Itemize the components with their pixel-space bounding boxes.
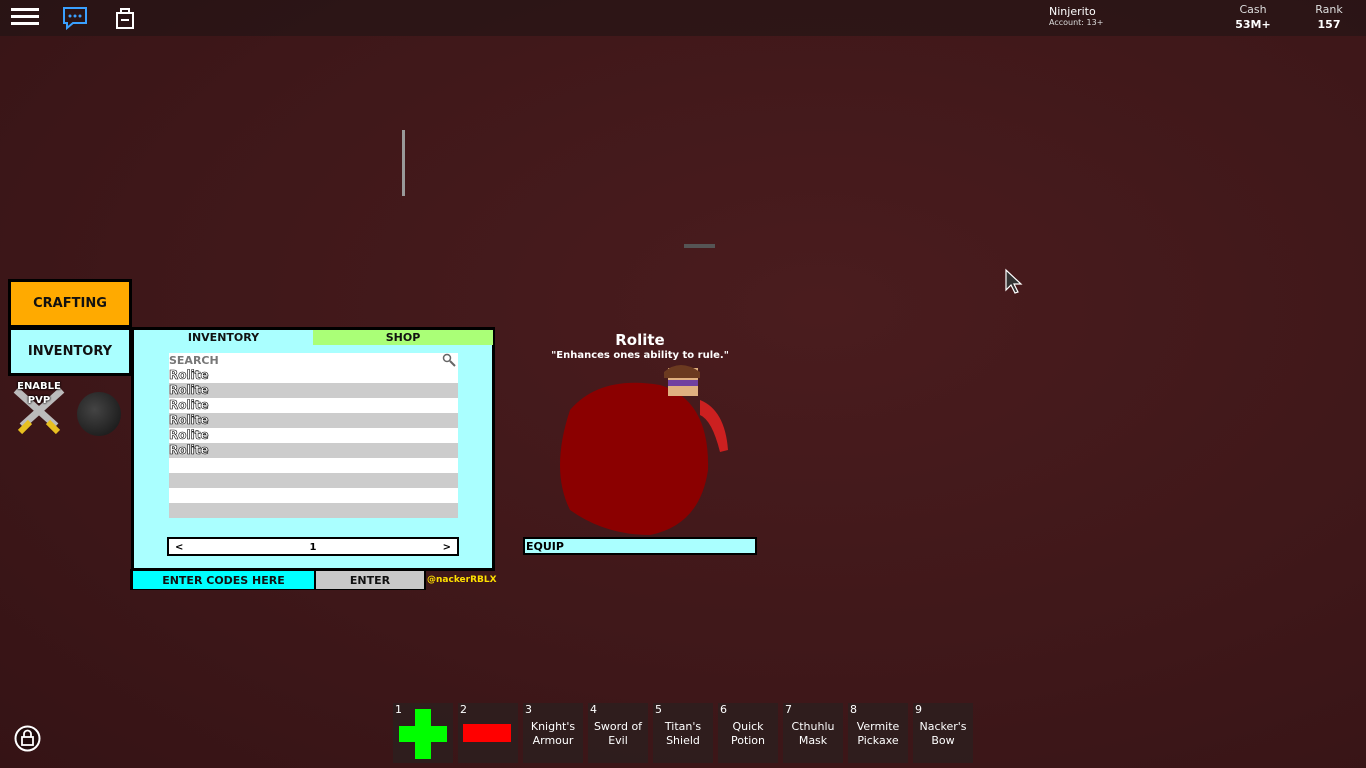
search-input[interactable]: SEARCH	[169, 353, 458, 368]
bomb-icon[interactable]	[77, 392, 121, 436]
hotbar-slot-9[interactable]: 9 Nacker's Bow	[913, 703, 973, 763]
tab-inventory[interactable]: INVENTORY	[134, 330, 313, 345]
hotbar-slot-3[interactable]: 3 Knight's Armour	[523, 703, 583, 763]
green-plus-icon	[399, 709, 447, 759]
creator-credit: @nackerRBLX	[427, 575, 497, 585]
page-number: 1	[309, 542, 317, 553]
search-icon[interactable]	[442, 353, 456, 367]
lock-icon[interactable]	[14, 725, 41, 752]
prev-page-button[interactable]: <	[175, 542, 183, 553]
slot-label: Knight's Armour	[530, 720, 576, 747]
pvp-label: ENABLE PVP	[17, 381, 61, 406]
list-item[interactable]	[169, 458, 458, 473]
list-item[interactable]	[169, 518, 458, 533]
top-bar: Ninjerito Account: 13+ Cash 53M+ Rank 15…	[0, 0, 1366, 36]
crafting-button[interactable]: CRAFTING	[8, 279, 132, 328]
username: Ninjerito	[1049, 5, 1096, 18]
slot-label: Nacker's Bow	[919, 720, 967, 747]
character-preview	[560, 365, 728, 535]
cash-value: 53M+	[1235, 18, 1271, 31]
list-item[interactable]: Rolite	[169, 398, 458, 413]
list-item[interactable]: Rolite	[169, 383, 458, 398]
search-placeholder: SEARCH	[169, 354, 219, 367]
backpack-icon[interactable]	[114, 5, 136, 30]
slot-number: 4	[590, 703, 597, 716]
cash-label: Cash	[1239, 3, 1267, 16]
account-age: Account: 13+	[1049, 18, 1104, 27]
enable-pvp-button[interactable]: ENABLE PVP	[10, 380, 68, 436]
hotbar-slot-6[interactable]: 6 Quick Potion	[718, 703, 778, 763]
slot-label: Titan's Shield	[664, 720, 702, 747]
slot-label: Sword of Evil	[593, 720, 643, 747]
hotbar-slot-8[interactable]: 8 Vermite Pickaxe	[848, 703, 908, 763]
equip-button[interactable]: EQUIP	[523, 537, 757, 555]
code-input[interactable]: ENTER CODES HERE	[133, 571, 314, 589]
list-item[interactable]	[169, 503, 458, 518]
next-page-button[interactable]: >	[443, 542, 451, 553]
slot-number: 9	[915, 703, 922, 716]
hamburger-icon[interactable]	[11, 4, 39, 29]
rank-value: 157	[1317, 18, 1341, 31]
inventory-panel: INVENTORY SHOP SEARCH Rolite Rolite Rolite…	[131, 327, 495, 571]
hotbar-slot-7[interactable]: 7 Cthuhlu Mask	[783, 703, 843, 763]
slot-number: 8	[850, 703, 857, 716]
list-item[interactable]	[169, 488, 458, 503]
slot-number: 6	[720, 703, 727, 716]
slot-label: Vermite Pickaxe	[856, 720, 900, 747]
slot-label: Quick Potion	[730, 720, 766, 747]
slot-number: 5	[655, 703, 662, 716]
slot-label: Cthuhlu Mask	[791, 720, 835, 747]
hotbar-slot-2[interactable]: 2	[458, 703, 518, 763]
distant-object	[684, 244, 715, 248]
tab-shop[interactable]: SHOP	[313, 330, 493, 345]
list-item[interactable]: Rolite	[169, 368, 458, 383]
enter-code-button[interactable]: ENTER	[316, 571, 424, 589]
hotbar-slot-1[interactable]: 1	[393, 703, 453, 763]
mouse-cursor-icon	[1005, 268, 1023, 294]
list-item[interactable]	[169, 473, 458, 488]
item-name: Rolite	[615, 331, 665, 349]
list-item[interactable]: Rolite	[169, 413, 458, 428]
slot-number: 2	[460, 703, 467, 716]
slot-number: 7	[785, 703, 792, 716]
red-bar-icon	[463, 724, 511, 742]
distant-pole	[402, 130, 405, 196]
list-item[interactable]: Rolite	[169, 428, 458, 443]
item-list: SEARCH Rolite Rolite Rolite Rolite Rolite Rol…	[169, 353, 458, 518]
hotbar-slot-5[interactable]: 5 Titan's Shield	[653, 703, 713, 763]
hotbar-slot-4[interactable]: 4 Sword of Evil	[588, 703, 648, 763]
chat-icon[interactable]	[62, 6, 88, 30]
slot-number: 3	[525, 703, 532, 716]
rank-label: Rank	[1315, 3, 1343, 16]
pagination: < 1 >	[167, 537, 459, 556]
inventory-button[interactable]: INVENTORY	[8, 327, 132, 376]
list-item[interactable]: Rolite	[169, 443, 458, 458]
